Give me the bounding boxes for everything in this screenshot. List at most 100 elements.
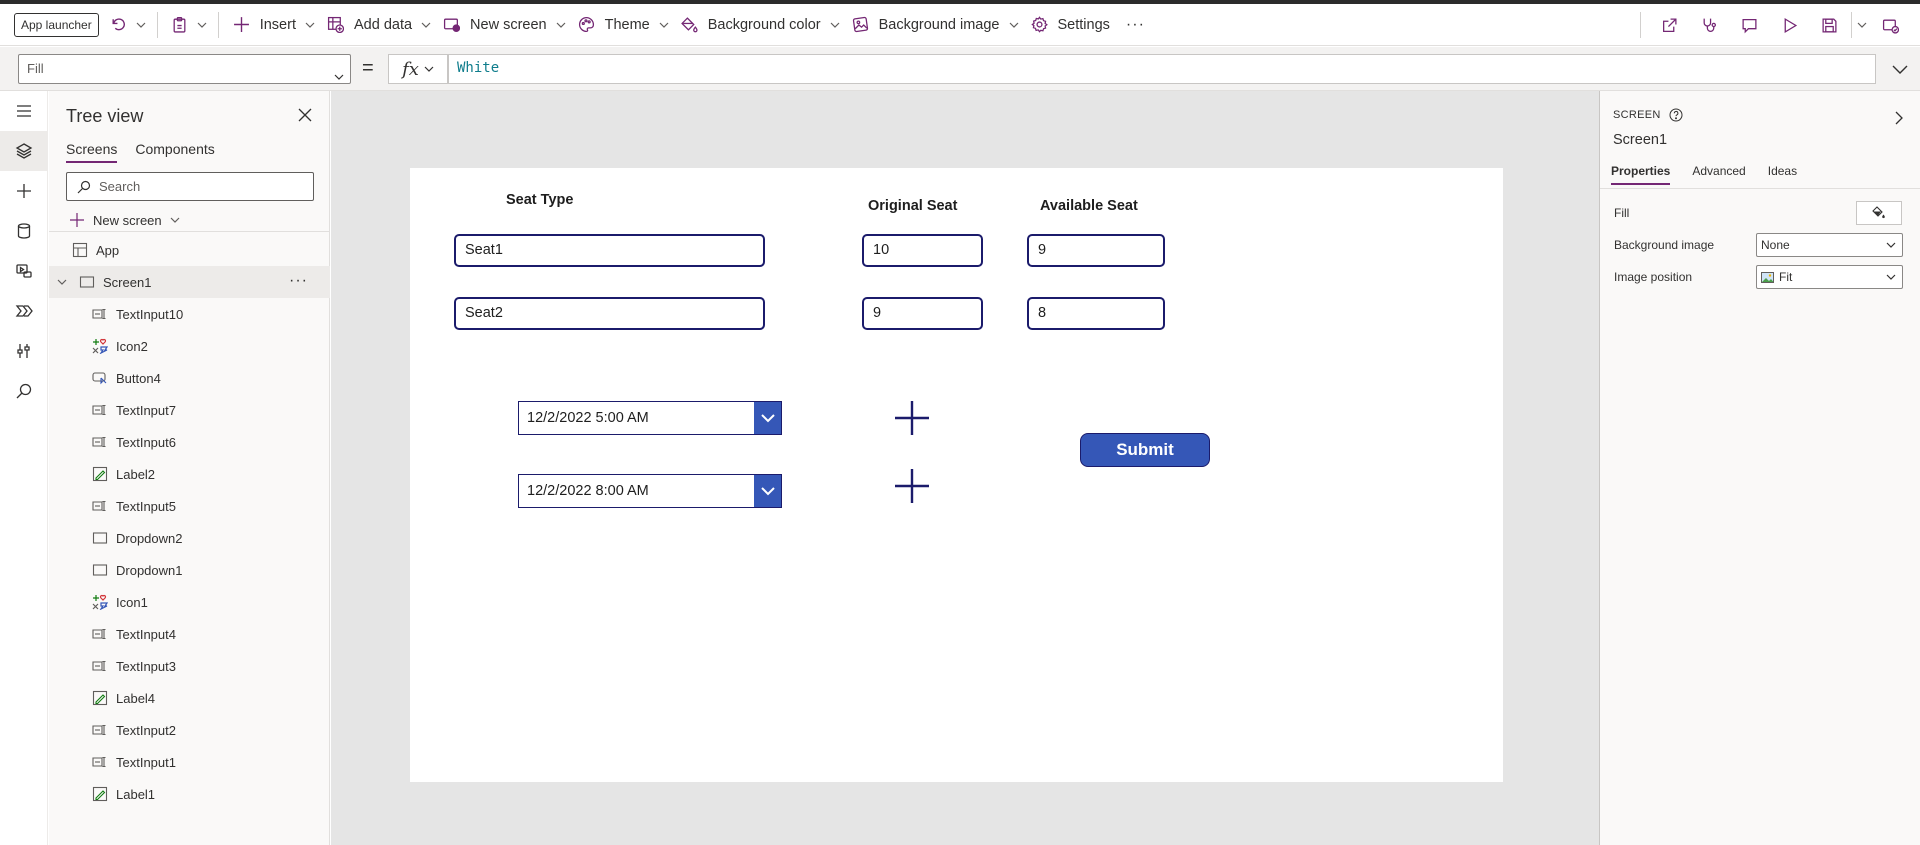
undo-icon[interactable]: [105, 11, 133, 39]
save-chevron-down-icon[interactable]: [1854, 11, 1870, 39]
available-seat-input-2[interactable]: 8: [1027, 297, 1165, 330]
publish-icon[interactable]: [1870, 11, 1910, 39]
tree-item-textinput2[interactable]: TextInput2: [49, 714, 330, 746]
tree-item-textinput6[interactable]: TextInput6: [49, 426, 330, 458]
undo-chevron-down-icon[interactable]: [133, 11, 149, 39]
add-data-label: Add data: [353, 16, 413, 33]
add-data-button[interactable]: Add data: [321, 9, 437, 41]
background-color-button[interactable]: Background color: [675, 9, 846, 41]
fill-color-picker[interactable]: [1856, 201, 1902, 225]
add-plus-icon[interactable]: [893, 399, 931, 437]
tree-item-button4[interactable]: Button4: [49, 362, 330, 394]
tree-item-textinput3[interactable]: TextInput3: [49, 650, 330, 682]
divider: [1600, 188, 1920, 189]
tree-item-icon2[interactable]: Icon2: [49, 330, 330, 362]
tree-item-label: TextInput6: [116, 434, 176, 450]
save-icon[interactable]: [1809, 11, 1849, 39]
tree-item-dropdown1[interactable]: Dropdown1: [49, 554, 330, 586]
property-dropdown[interactable]: Fill: [18, 54, 351, 84]
help-icon[interactable]: [1669, 108, 1683, 122]
screen1-children: TextInput10 Icon2 Button4 TextInput7 TextInp…: [49, 298, 330, 810]
settings-button[interactable]: Settings: [1025, 9, 1116, 41]
tree-list: App Screen1 ··· TextInput10 Icon2 Button4 T…: [49, 234, 330, 810]
original-seat-input-1[interactable]: 10: [862, 234, 983, 267]
date-dropdown-value: 12/2/2022 5:00 AM: [527, 410, 649, 426]
insert-button[interactable]: Insert: [227, 9, 321, 41]
tree-item-textinput1[interactable]: TextInput1: [49, 746, 330, 778]
chevron-right-icon[interactable]: [1892, 111, 1906, 125]
search-icon[interactable]: [0, 371, 48, 411]
tree-item-app[interactable]: App: [49, 234, 330, 266]
new-screen-button[interactable]: New screen: [437, 9, 572, 41]
app-checker-stethoscope-icon[interactable]: [1689, 11, 1729, 39]
tree-item-textinput4[interactable]: TextInput4: [49, 618, 330, 650]
tab-screens[interactable]: Screens: [66, 141, 118, 163]
tree-item-label1[interactable]: Label1: [49, 778, 330, 810]
app-launcher-button[interactable]: App launcher: [14, 12, 99, 37]
tree-item-label: Dropdown1: [116, 562, 183, 578]
chevron-down-icon[interactable]: [754, 402, 781, 434]
tree-item-dropdown2[interactable]: Dropdown2: [49, 522, 330, 554]
expand-formula-chevron-icon[interactable]: [1890, 59, 1910, 79]
background-image-dropdown[interactable]: None: [1756, 233, 1903, 257]
data-database-icon[interactable]: [0, 211, 48, 251]
tree-view-layers-icon[interactable]: [0, 131, 48, 171]
divider: [217, 11, 219, 38]
tree-item-label4[interactable]: Label4: [49, 682, 330, 714]
power-automate-icon[interactable]: [0, 291, 48, 331]
hamburger-menu-icon[interactable]: [0, 91, 48, 131]
label-icon: [92, 690, 108, 706]
fx-function-button[interactable]: fx: [388, 54, 448, 84]
tree-item-textinput7[interactable]: TextInput7: [49, 394, 330, 426]
tree-search-input[interactable]: [99, 179, 299, 194]
tree-item-screen1[interactable]: Screen1 ···: [49, 266, 330, 298]
date-dropdown-1[interactable]: 12/2/2022 5:00 AM: [518, 401, 782, 435]
play-preview-icon[interactable]: [1769, 11, 1809, 39]
tree-item-label2[interactable]: Label2: [49, 458, 330, 490]
image-icon: [852, 16, 870, 34]
seat-type-input-2[interactable]: Seat2: [454, 297, 765, 330]
tree-item-icon1[interactable]: Icon1: [49, 586, 330, 618]
icon-control-icon: [92, 594, 108, 610]
paste-icon[interactable]: [166, 11, 194, 39]
submit-button[interactable]: Submit: [1080, 433, 1210, 467]
tree-item-label: TextInput1: [116, 754, 176, 770]
tab-ideas[interactable]: Ideas: [1768, 164, 1797, 185]
tree-item-label: Icon2: [116, 338, 148, 354]
comment-icon[interactable]: [1729, 11, 1769, 39]
tree-item-label: Icon1: [116, 594, 148, 610]
tree-item-label: Label1: [116, 786, 156, 802]
formula-input[interactable]: White: [448, 54, 1876, 84]
share-icon[interactable]: [1649, 11, 1689, 39]
tree-item-textinput5[interactable]: TextInput5: [49, 490, 330, 522]
available-seat-input-1[interactable]: 9: [1027, 234, 1165, 267]
close-icon[interactable]: [297, 107, 313, 123]
chevron-down-icon[interactable]: [57, 277, 67, 287]
more-options-button[interactable]: ···: [289, 272, 308, 290]
advanced-tools-icon[interactable]: [0, 331, 48, 371]
tab-properties[interactable]: Properties: [1611, 164, 1671, 185]
screen1-canvas[interactable]: Seat Type Original Seat Available Seat S…: [410, 168, 1503, 782]
theme-button[interactable]: Theme: [572, 9, 675, 41]
background-image-button[interactable]: Background image: [846, 9, 1025, 41]
tree-item-label: TextInput10: [116, 306, 184, 322]
add-plus-icon[interactable]: [893, 467, 931, 505]
tree-item-textinput10[interactable]: TextInput10: [49, 298, 330, 330]
divider: [156, 11, 158, 38]
app-icon: [72, 242, 88, 258]
date-dropdown-2[interactable]: 12/2/2022 8:00 AM: [518, 474, 782, 508]
original-seat-input-2[interactable]: 9: [862, 297, 983, 330]
textinput-icon: [92, 754, 108, 770]
media-icon[interactable]: [0, 251, 48, 291]
seat-type-input-1[interactable]: Seat1: [454, 234, 765, 267]
palette-icon: [578, 16, 596, 34]
chevron-down-icon[interactable]: [754, 475, 781, 507]
more-options-button[interactable]: ···: [1116, 16, 1155, 34]
new-screen-button[interactable]: New screen: [69, 208, 180, 232]
paste-chevron-down-icon[interactable]: [194, 11, 210, 39]
image-position-dropdown[interactable]: Fit: [1756, 265, 1903, 289]
label-icon: [92, 466, 108, 482]
insert-plus-icon[interactable]: [0, 171, 48, 211]
tab-advanced[interactable]: Advanced: [1692, 164, 1745, 185]
tab-components[interactable]: Components: [135, 141, 214, 163]
